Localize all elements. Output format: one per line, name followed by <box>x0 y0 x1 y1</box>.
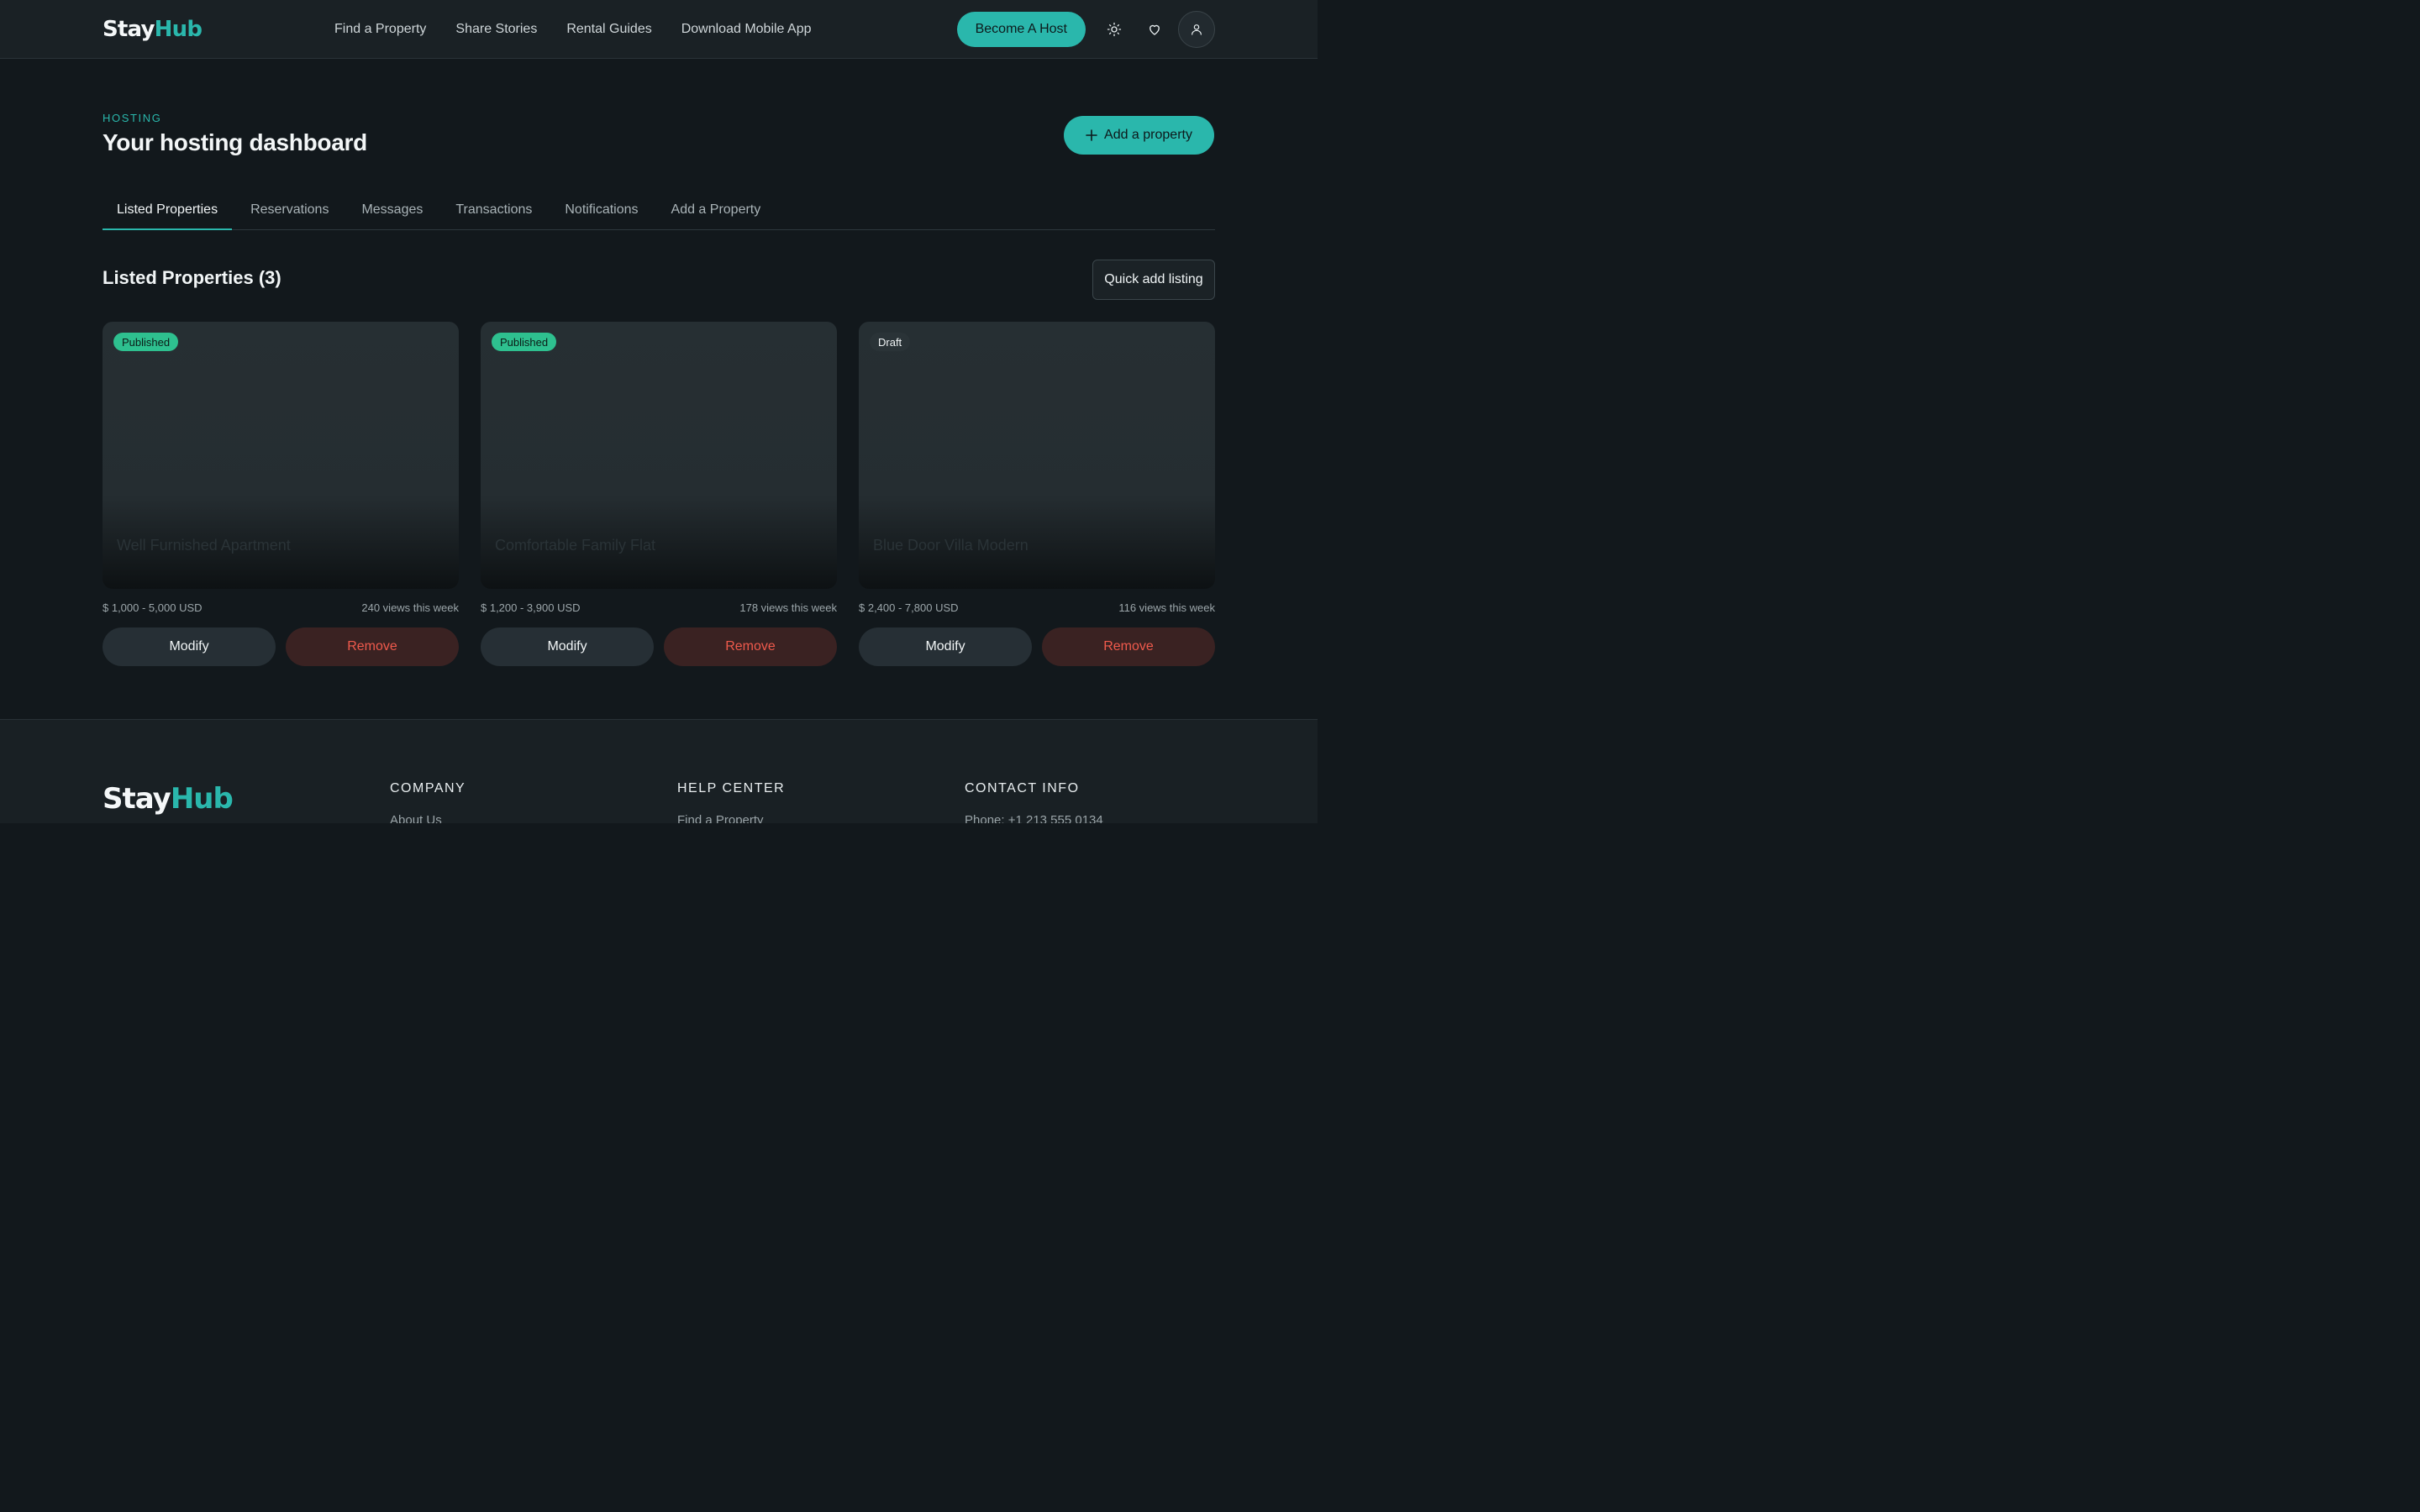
footer-company-column: COMPANY About Us <box>390 781 466 823</box>
tab-listed-properties[interactable]: Listed Properties <box>103 191 233 230</box>
weekly-views: 178 views this week <box>739 601 837 614</box>
nav-find-property[interactable]: Find a Property <box>334 22 426 37</box>
tab-transactions[interactable]: Transactions <box>441 191 546 229</box>
property-card: Draft Blue Door Villa Modern $ 2,400 - 7… <box>859 322 1215 666</box>
status-badge: Published <box>492 333 557 351</box>
weekly-views: 116 views this week <box>1118 601 1215 614</box>
property-meta: $ 1,200 - 3,900 USD 178 views this week <box>481 601 837 614</box>
nav-share-stories[interactable]: Share Stories <box>455 22 537 37</box>
app-frame: StayHub Find a Property Share Stories Re… <box>0 0 1318 823</box>
tab-messages[interactable]: Messages <box>347 191 437 229</box>
property-thumbnail[interactable]: Published Comfortable Family Flat <box>481 322 837 589</box>
sun-icon[interactable] <box>1096 11 1133 48</box>
plus-icon <box>1086 129 1097 141</box>
main-nav: Find a Property Share Stories Rental Gui… <box>334 0 811 59</box>
modify-button[interactable]: Modify <box>481 627 654 666</box>
weekly-views: 240 views this week <box>361 601 459 614</box>
brand-logo-part2: Hub <box>154 16 203 42</box>
modify-button[interactable]: Modify <box>859 627 1032 666</box>
nav-download-app[interactable]: Download Mobile App <box>681 22 812 37</box>
remove-button[interactable]: Remove <box>286 627 459 666</box>
user-icon[interactable] <box>1178 11 1215 48</box>
modify-button[interactable]: Modify <box>103 627 276 666</box>
page-eyebrow: HOSTING <box>103 112 162 124</box>
footer-link[interactable]: Find a Property <box>677 813 785 823</box>
status-badge: Published <box>113 333 179 351</box>
site-footer: StayHub COMPANY About Us HELP CENTER Fin… <box>0 719 1318 823</box>
tab-reservations[interactable]: Reservations <box>236 191 343 229</box>
remove-button[interactable]: Remove <box>664 627 837 666</box>
footer-help-heading: HELP CENTER <box>677 781 786 795</box>
property-meta: $ 2,400 - 7,800 USD 116 views this week <box>859 601 1215 614</box>
price-range: $ 1,000 - 5,000 USD <box>103 601 203 614</box>
card-actions: Modify Remove <box>103 627 459 666</box>
brand-logo-part1: Stay <box>103 16 155 42</box>
footer-help-column: HELP CENTER Find a Property <box>677 781 785 823</box>
add-property-label: Add a property <box>1104 128 1192 142</box>
property-title: Blue Door Villa Modern <box>873 537 1028 554</box>
property-card: Published Well Furnished Apartment $ 1,0… <box>103 322 459 666</box>
footer-contact-column: CONTACT INFO Phone: +1 213 555 0134 <box>965 781 1103 823</box>
add-property-button[interactable]: Add a property <box>1064 116 1214 155</box>
footer-logo-part1: Stay <box>103 782 171 816</box>
become-host-button[interactable]: Become A Host <box>956 12 1086 47</box>
footer-logo-part2: Hub <box>170 782 234 816</box>
status-badge: Draft <box>870 333 911 351</box>
price-range: $ 1,200 - 3,900 USD <box>481 601 581 614</box>
property-title: Well Furnished Apartment <box>117 537 291 554</box>
card-actions: Modify Remove <box>859 627 1215 666</box>
footer-link[interactable]: About Us <box>390 813 466 823</box>
nav-rental-guides[interactable]: Rental Guides <box>566 22 651 37</box>
property-card: Published Comfortable Family Flat $ 1,20… <box>481 322 837 666</box>
brand-logo[interactable]: StayHub <box>103 16 203 42</box>
footer-logo[interactable]: StayHub <box>103 782 234 816</box>
top-navbar: StayHub Find a Property Share Stories Re… <box>0 0 1318 59</box>
listed-properties-heading: Listed Properties (3) <box>103 267 281 288</box>
footer-contact-heading: CONTACT INFO <box>965 781 1080 795</box>
footer-phone[interactable]: Phone: +1 213 555 0134 <box>965 813 1103 823</box>
heart-icon[interactable] <box>1136 11 1173 48</box>
property-cards: Published Well Furnished Apartment $ 1,0… <box>103 322 1215 666</box>
page-title: Your hosting dashboard <box>103 129 367 155</box>
card-actions: Modify Remove <box>481 627 837 666</box>
property-meta: $ 1,000 - 5,000 USD 240 views this week <box>103 601 459 614</box>
header-actions: Become A Host <box>956 0 1215 59</box>
remove-button[interactable]: Remove <box>1042 627 1215 666</box>
property-title: Comfortable Family Flat <box>495 537 656 554</box>
price-range: $ 2,400 - 7,800 USD <box>859 601 959 614</box>
dashboard-tabs: Listed Properties Reservations Messages … <box>103 191 1215 230</box>
property-thumbnail[interactable]: Published Well Furnished Apartment <box>103 322 459 589</box>
tab-notifications[interactable]: Notifications <box>550 191 652 229</box>
quick-add-listing-button[interactable]: Quick add listing <box>1092 260 1215 300</box>
footer-company-heading: COMPANY <box>390 781 466 795</box>
tab-add-property[interactable]: Add a Property <box>657 191 776 229</box>
property-thumbnail[interactable]: Draft Blue Door Villa Modern <box>859 322 1215 589</box>
